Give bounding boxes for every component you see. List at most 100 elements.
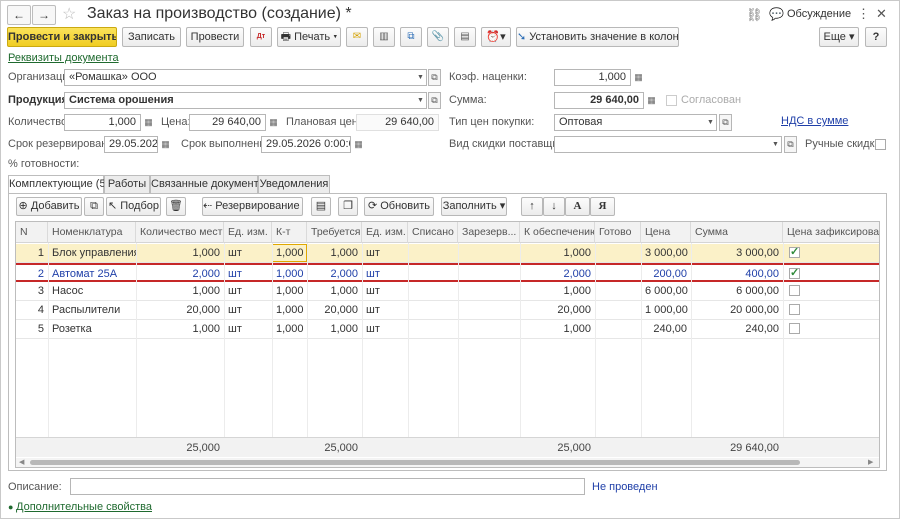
checked-checkbox[interactable]: ✓ xyxy=(789,247,800,258)
col-to-provide[interactable]: К обеспечению xyxy=(520,222,595,243)
scroll-left-icon[interactable]: ◀ xyxy=(19,458,24,467)
cell-places[interactable]: 2,000 xyxy=(136,265,224,283)
more-vert-icon[interactable]: ⋮ xyxy=(857,6,870,22)
cell-sum[interactable]: 240,00 xyxy=(691,320,783,338)
chevron-down-icon[interactable]: ▼ xyxy=(705,114,717,131)
cell-written[interactable] xyxy=(408,265,458,283)
calculator-icon[interactable]: ▦ xyxy=(142,114,155,131)
manual-discounts-checkbox[interactable] xyxy=(875,139,886,150)
col-n[interactable]: N xyxy=(16,222,48,243)
open-icon[interactable]: ⧉ xyxy=(719,114,732,131)
tab-works[interactable]: Работы xyxy=(104,175,150,193)
exec-date-field[interactable]: 29.05.2026 0:00:00 xyxy=(261,136,351,153)
print-button[interactable]: 🖶 Печать ▾ xyxy=(277,27,341,47)
col-unit[interactable]: Ед. изм. xyxy=(224,222,272,243)
star-icon[interactable]: ☆ xyxy=(62,4,76,24)
cell-toprovide[interactable]: 20,000 xyxy=(520,301,595,319)
calculator-icon[interactable]: ▦ xyxy=(267,114,280,131)
reserve-button[interactable]: ⇠ Резервирование ▾ xyxy=(202,197,303,216)
expand-icon[interactable]: ● xyxy=(8,500,13,514)
save-button[interactable]: Записать xyxy=(122,27,181,47)
cell-req[interactable]: 20,000 xyxy=(307,301,362,319)
cell-ready[interactable] xyxy=(595,265,641,283)
cell-reserved[interactable] xyxy=(458,301,520,319)
product-field[interactable]: Система орошения xyxy=(64,92,416,109)
move-up-icon[interactable]: ↑ xyxy=(521,197,543,216)
close-icon[interactable]: ✕ xyxy=(876,6,887,22)
post-and-close-button[interactable]: Провести и закрыть xyxy=(7,27,117,47)
cell-unit[interactable]: шт xyxy=(224,301,272,319)
cell-name[interactable]: Розетка xyxy=(48,320,136,338)
tab-notifications[interactable]: Уведомления xyxy=(258,175,330,193)
cell-n[interactable]: 2 xyxy=(16,265,48,283)
calendar-icon[interactable]: ▦ xyxy=(352,136,365,153)
cell-req[interactable]: 1,000 xyxy=(307,282,362,300)
col-places[interactable]: Количество мест xyxy=(136,222,224,243)
unchecked-checkbox[interactable] xyxy=(789,285,800,296)
cell-reserved[interactable] xyxy=(458,244,520,262)
cell-unit2[interactable]: шт xyxy=(362,265,408,283)
chevron-down-icon[interactable]: ▼ xyxy=(770,136,782,153)
scrollbar-thumb[interactable] xyxy=(30,460,800,465)
unchecked-checkbox[interactable] xyxy=(789,304,800,315)
cell-places[interactable]: 1,000 xyxy=(136,282,224,300)
move-down-icon[interactable]: ↓ xyxy=(543,197,565,216)
cell-sum[interactable]: 3 000,00 xyxy=(691,244,783,262)
cell-k[interactable]: 1,000 xyxy=(272,301,307,319)
calculator-icon[interactable]: ▦ xyxy=(645,92,658,109)
back-arrow-icon[interactable]: ← xyxy=(7,5,31,25)
barcode-icon[interactable]: ▥ xyxy=(373,27,395,47)
cell-ready[interactable] xyxy=(595,282,641,300)
cell-k[interactable]: 1,000 xyxy=(272,320,307,338)
cell-price[interactable]: 6 000,00 xyxy=(641,282,691,300)
cell-toprovide[interactable]: 2,000 xyxy=(520,265,595,283)
col-k[interactable]: К-т xyxy=(272,222,307,243)
cell-k[interactable]: 1,000 xyxy=(272,265,307,283)
markup-field[interactable]: 1,000 xyxy=(554,69,631,86)
structure-icon[interactable]: ⧉ xyxy=(400,27,422,47)
cell-ready[interactable] xyxy=(595,320,641,338)
link-icon[interactable]: ⛓ xyxy=(746,7,763,23)
tab-components[interactable]: Комплектующие (5) xyxy=(8,175,109,194)
cell-n[interactable]: 1 xyxy=(16,244,48,262)
open-icon[interactable]: ⧉ xyxy=(428,92,441,109)
col-price[interactable]: Цена xyxy=(641,222,691,243)
copy-icon[interactable]: ⧉ xyxy=(84,197,104,216)
cell-price[interactable]: 1 000,00 xyxy=(641,301,691,319)
cell-sum[interactable]: 400,00 xyxy=(691,265,783,283)
cell-reserved[interactable] xyxy=(458,320,520,338)
cell-ready[interactable] xyxy=(595,244,641,262)
calendar-icon[interactable]: ▦ xyxy=(159,136,172,153)
price-field[interactable]: 29 640,00 xyxy=(189,114,266,131)
cell-sum[interactable]: 6 000,00 xyxy=(691,282,783,300)
cell-unit[interactable]: шт xyxy=(224,320,272,338)
post-button[interactable]: Провести xyxy=(186,27,244,47)
cell-name[interactable]: Блок управления xyxy=(48,244,136,262)
cell-unit[interactable]: шт xyxy=(224,282,272,300)
chevron-down-icon[interactable]: ▼ xyxy=(415,69,427,86)
col-sum[interactable]: Сумма xyxy=(691,222,783,243)
cell-written[interactable] xyxy=(408,244,458,262)
scroll-right-icon[interactable]: ▶ xyxy=(868,458,873,467)
cell-unit2[interactable]: шт xyxy=(362,244,408,262)
cell-written[interactable] xyxy=(408,282,458,300)
pick-button[interactable]: ↖ Подбор xyxy=(106,197,161,216)
mail-icon[interactable]: ✉ xyxy=(346,27,368,47)
cell-places[interactable]: 20,000 xyxy=(136,301,224,319)
refresh-button[interactable]: ⟳ Обновить xyxy=(364,197,434,216)
cell-written[interactable] xyxy=(408,301,458,319)
discussion-icon[interactable]: 💬 xyxy=(769,7,784,21)
cell-req[interactable]: 1,000 xyxy=(307,244,362,262)
col-price-fixed[interactable]: Цена зафиксирована xyxy=(783,222,879,243)
delete-icon[interactable]: 🗑 xyxy=(166,197,186,216)
discount-field[interactable] xyxy=(554,136,771,153)
cell-toprovide[interactable]: 1,000 xyxy=(520,320,595,338)
cell-unit[interactable]: шт xyxy=(224,244,272,262)
cell-price[interactable]: 240,00 xyxy=(641,320,691,338)
reminder-button[interactable]: ⏰▾ xyxy=(481,27,511,47)
cell-unit2[interactable]: шт xyxy=(362,282,408,300)
cell-unit2[interactable]: шт xyxy=(362,301,408,319)
checked-checkbox[interactable]: ✓ xyxy=(789,268,800,279)
doc-details-link[interactable]: Реквизиты документа xyxy=(8,51,119,65)
description-field[interactable] xyxy=(70,478,585,495)
